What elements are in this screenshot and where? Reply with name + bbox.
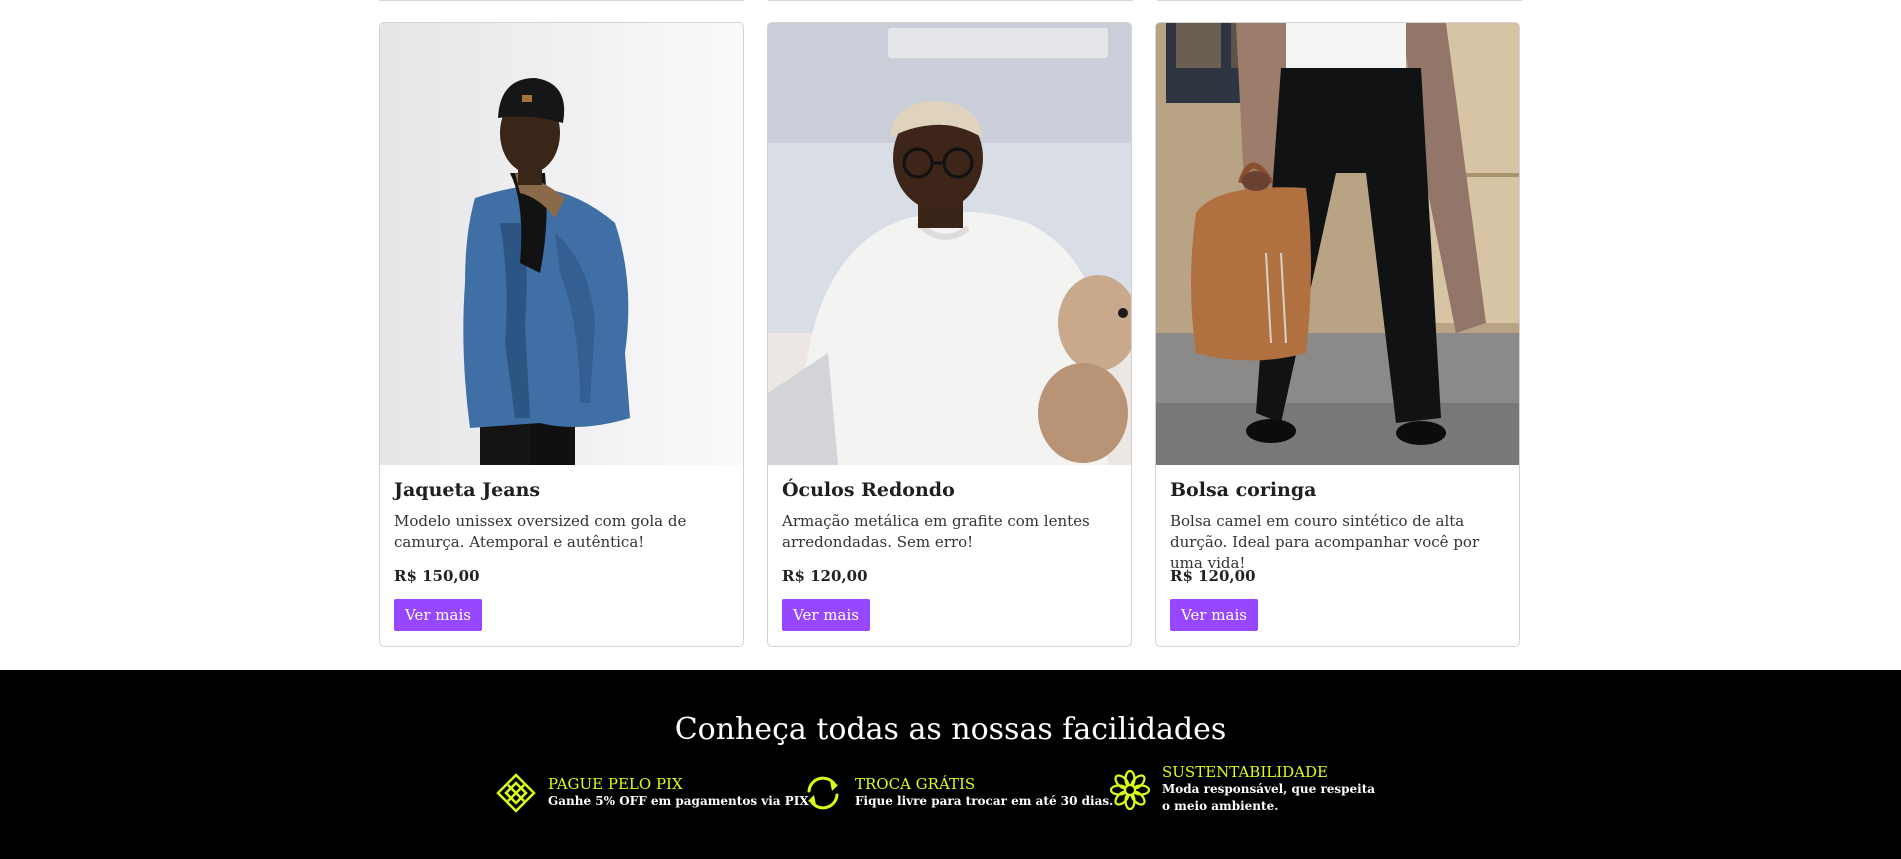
ver-mais-button[interactable]: Ver mais (782, 599, 870, 631)
feature-description: Ganhe 5% OFF em pagamentos via PIX (548, 794, 809, 808)
feature-sustentabilidade: SUSTENTABILIDADE Moda responsável, que r… (1109, 763, 1382, 815)
flower-icon (1109, 769, 1151, 810)
footer-title: Conheça todas as nossas facilidades (674, 712, 1227, 747)
feature-title: SUSTENTABILIDADE (1162, 763, 1328, 781)
ver-mais-button[interactable]: Ver mais (394, 599, 482, 631)
feature-pix: PAGUE PELO PIX Ganhe 5% OFF em pagamento… (496, 773, 809, 813)
product-list: Jaqueta Jeans Modelo unissex oversized c… (379, 22, 1520, 647)
pix-icon (496, 773, 536, 813)
product-description: Bolsa camel em couro sintético de alta d… (1170, 512, 1480, 572)
product-photo-bolsa (1156, 23, 1519, 465)
product-card-jaqueta: Jaqueta Jeans Modelo unissex oversized c… (379, 22, 744, 647)
ver-mais-button[interactable]: Ver mais (1170, 599, 1258, 631)
top-dividers (379, 0, 1524, 2)
divider (768, 0, 1133, 1)
product-price: R$ 150,00 (394, 567, 480, 585)
feature-title: TROCA GRÁTIS (855, 775, 976, 793)
products-section: Jaqueta Jeans Modelo unissex oversized c… (0, 0, 1901, 670)
divider (379, 0, 744, 1)
product-price: R$ 120,00 (782, 567, 868, 585)
product-title: Jaqueta Jeans (394, 479, 541, 501)
feature-description: Moda responsável, que respeita o meio am… (1162, 782, 1376, 813)
product-photo-jaqueta (380, 23, 743, 465)
product-title: Óculos Redondo (782, 479, 955, 501)
product-description: Modelo unissex oversized com gola de cam… (394, 512, 687, 551)
feature-description: Fique livre para trocar em até 30 dias. (855, 794, 1114, 808)
feature-title: PAGUE PELO PIX (548, 775, 683, 793)
product-card-oculos: Óculos Redondo Armação metálica em grafi… (767, 22, 1132, 647)
facilities-footer: Conheça todas as nossas facilidades PAGU… (0, 670, 1901, 859)
divider (1157, 0, 1522, 1)
product-card-bolsa: Bolsa coringa Bolsa camel em couro sinté… (1155, 22, 1520, 647)
product-description: Armação metálica em grafite com lentes a… (782, 512, 1090, 551)
product-price: R$ 120,00 (1170, 567, 1256, 585)
product-photo-oculos (768, 23, 1131, 465)
product-title: Bolsa coringa (1170, 479, 1317, 501)
feature-troca: TROCA GRÁTIS Fique livre para trocar em … (803, 773, 1113, 813)
exchange-icon (803, 773, 843, 813)
